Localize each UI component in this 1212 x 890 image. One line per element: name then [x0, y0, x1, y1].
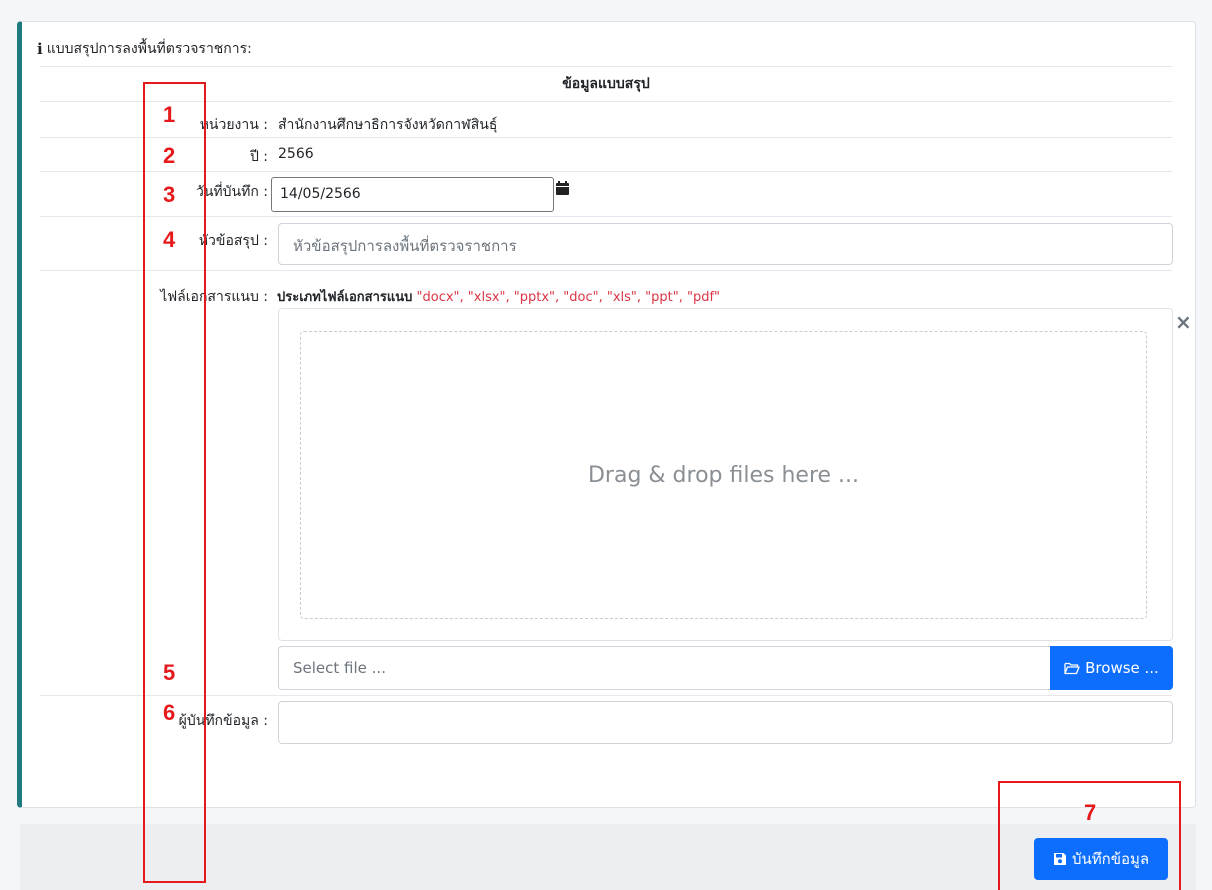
subject-label: หัวข้อสรุป : [198, 233, 268, 249]
dropzone[interactable]: Drag & drop files here ... [300, 331, 1147, 619]
agency-value: สำนักงานศึกษาธิการจังหวัดกาฬสินธุ์ [278, 117, 498, 133]
dropzone-text: Drag & drop files here ... [587, 462, 860, 488]
year-label: ปี : [249, 149, 268, 165]
annotation-box-save [998, 781, 1181, 890]
record-date-label: วันที่บันทึก : [196, 184, 268, 200]
attachment-hint-title: ประเภทไฟล์เอกสารแนบ [277, 290, 413, 305]
annotation-marker: 7 [1084, 800, 1097, 825]
year-value: 2566 [278, 146, 314, 162]
divider [40, 270, 1172, 271]
subject-input[interactable]: หัวข้อสรุปการลงพื้นที่ตรวจราชการ [278, 223, 1173, 265]
record-date-input[interactable]: 14/05/2566 [271, 177, 554, 212]
recorder-input[interactable] [278, 701, 1173, 744]
divider [40, 695, 1172, 696]
attachment-hint: ประเภทไฟล์เอกสารแนบ "docx", "xlsx", "ppt… [277, 286, 720, 307]
annotation-marker: 5 [163, 660, 176, 685]
file-caption-input[interactable]: Select file ... [278, 646, 1051, 690]
annotation-marker: 3 [163, 182, 176, 207]
card-title: i แบบสรุปการลงพื้นที่ตรวจราชการ: [37, 38, 252, 60]
browse-button[interactable]: Browse ... [1050, 646, 1173, 690]
attachment-hint-types: "docx", "xlsx", "pptx", "doc", "xls", "p… [416, 290, 721, 305]
browse-label: Browse ... [1085, 659, 1159, 677]
folder-open-icon [1064, 662, 1080, 675]
section-heading: ข้อมูลแบบสรุป [562, 76, 650, 92]
file-input-group: Select file ... Browse ... [278, 646, 1173, 690]
annotation-marker: 6 [163, 700, 176, 725]
divider [40, 171, 1172, 172]
divider [40, 216, 1172, 217]
annotation-marker: 4 [163, 227, 176, 252]
card-title-text: แบบสรุปการลงพื้นที่ตรวจราชการ: [46, 41, 252, 57]
calendar-icon[interactable] [556, 181, 569, 195]
divider [40, 101, 1172, 102]
annotation-marker: 1 [163, 102, 176, 127]
annotation-marker: 2 [163, 143, 176, 168]
info-icon: i [37, 40, 43, 58]
agency-label: หน่วยงาน : [199, 117, 268, 133]
close-icon[interactable]: × [1175, 310, 1192, 334]
divider [40, 137, 1172, 138]
divider [40, 66, 1172, 67]
